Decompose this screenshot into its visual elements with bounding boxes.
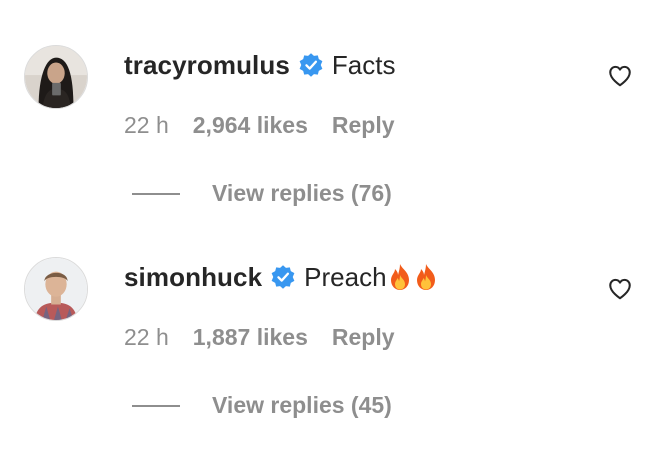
comment-line: simonhuck Preach (124, 260, 439, 294)
verified-badge-icon (270, 264, 296, 290)
timestamp: 22 h (124, 324, 169, 350)
likes-count[interactable]: 1,887 likes (193, 324, 308, 351)
view-replies-button[interactable]: View replies (76) (132, 180, 392, 207)
view-replies-label: View replies (45) (212, 392, 392, 418)
heart-icon[interactable] (607, 276, 633, 302)
heart-icon[interactable] (607, 63, 633, 89)
avatar[interactable] (24, 257, 88, 321)
username[interactable]: tracyromulus (124, 50, 290, 81)
likes-count[interactable]: 2,964 likes (193, 112, 308, 139)
divider (132, 192, 180, 195)
divider (132, 404, 180, 407)
timestamp: 22 h (124, 112, 169, 138)
avatar[interactable] (24, 45, 88, 109)
view-replies-label: View replies (76) (212, 180, 392, 206)
comment-line: tracyromulus Facts (124, 48, 396, 82)
reply-button[interactable]: Reply (332, 324, 395, 351)
comment-text: Facts (331, 49, 396, 80)
username[interactable]: simonhuck (124, 262, 262, 293)
comment-meta: 22 h 1,887 likes Reply (124, 324, 395, 351)
comment-text: Preach (304, 261, 387, 292)
verified-badge-icon (298, 52, 324, 78)
comment-meta: 22 h 2,964 likes Reply (124, 112, 395, 139)
reply-button[interactable]: Reply (332, 112, 395, 139)
comment-item: simonhuck Preach 22 h 1,887 likes Reply (0, 212, 652, 424)
fire-icon (413, 263, 439, 291)
fire-icon (387, 263, 413, 291)
view-replies-button[interactable]: View replies (45) (132, 392, 392, 419)
comment-item: tracyromulus Facts 22 h 2,964 likes Repl… (0, 0, 652, 212)
